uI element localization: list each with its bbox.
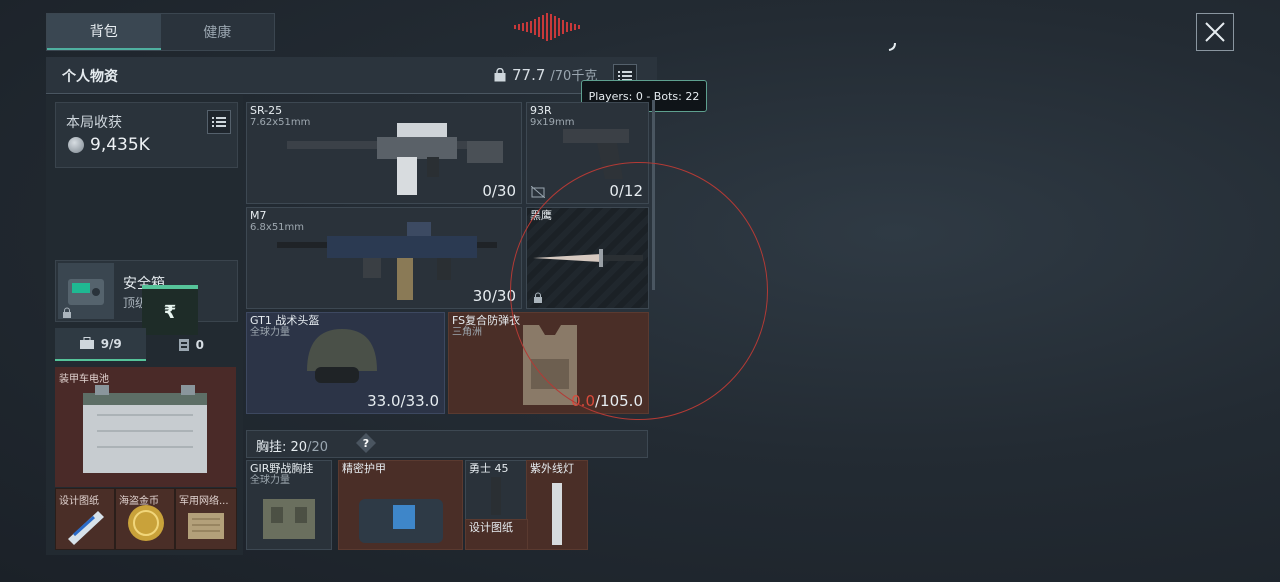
close-button[interactable] xyxy=(1196,13,1234,51)
target-ring xyxy=(510,162,768,420)
gold-coin-icon xyxy=(128,505,164,541)
bag-image xyxy=(359,499,443,543)
rig-item-blueprint[interactable]: 设计图纸 xyxy=(465,519,528,550)
item-brand: 全球力量 xyxy=(250,475,290,486)
weapon-name: 93R xyxy=(530,104,552,117)
rig-item-uv-lamp[interactable]: 紫外线灯 xyxy=(526,460,588,550)
vest-icon xyxy=(178,338,189,351)
loot-item-military-network[interactable]: 军用网络... xyxy=(175,488,237,550)
item-name: 设计图纸 xyxy=(469,521,513,534)
weapon-slot-sr25[interactable]: SR-25 7.62x51mm 0/30 xyxy=(246,102,522,204)
help-icon[interactable]: ? xyxy=(356,433,376,453)
chest-rig-capacity: 胸挂: 20/20 xyxy=(256,436,328,455)
item-name: 精密护甲 xyxy=(342,462,386,475)
harvest-label: 本局收获 xyxy=(66,115,122,131)
chest-rig-cap: /20 xyxy=(307,440,328,455)
weight-value: 77.7 xyxy=(512,65,546,84)
weapon-slot-m7[interactable]: M7 6.8x51mm 30/30 xyxy=(246,207,522,309)
network-module-icon xyxy=(188,513,224,539)
battery-item[interactable]: 装甲车电池 xyxy=(55,367,236,487)
safe-box-image xyxy=(58,263,114,319)
weight-icon xyxy=(494,67,506,81)
harvest-value: 9,435K xyxy=(68,135,150,155)
helmet-slot[interactable]: GT1 战术头盔 全球力量 33.0/33.0 xyxy=(246,312,445,414)
inventory-tabs: 背包 健康 xyxy=(46,13,275,51)
weapon-name: M7 xyxy=(250,209,267,222)
container-counts: 9/9 0 xyxy=(55,328,236,361)
page-title: 个人物资 xyxy=(62,69,118,85)
tab-backpack[interactable]: 背包 xyxy=(47,14,161,50)
battery-image xyxy=(83,385,207,473)
item-name: 紫外线灯 xyxy=(530,462,574,475)
item-name: 勇士 45 xyxy=(469,462,509,475)
rifle-image xyxy=(287,123,503,195)
chest-rig-used: 20 xyxy=(290,440,308,455)
rig-item-precision-armor[interactable]: 精密护甲 xyxy=(338,460,463,550)
helmet-brand: 全球力量 xyxy=(250,327,290,338)
loot-item-blueprint[interactable]: 设计图纸 xyxy=(55,488,115,550)
tab-vest-count[interactable]: 0 xyxy=(146,328,237,361)
chest-rig-label: 胸挂: xyxy=(256,440,287,455)
armor-brand: 三角洲 xyxy=(452,327,482,338)
session-harvest: 本局收获 9,435K xyxy=(55,102,238,168)
chest-rig-bar: 胸挂: 20/20 ? xyxy=(246,430,648,458)
rig-item-warrior-45[interactable]: 勇士 45 xyxy=(465,460,528,520)
briefcase-icon xyxy=(79,337,94,349)
close-icon xyxy=(1205,22,1225,42)
rig-item-gir[interactable]: GIR野战胸挂 全球力量 xyxy=(246,460,332,550)
tab-backpack-count[interactable]: 9/9 xyxy=(55,328,146,361)
harvest-list-button[interactable] xyxy=(207,110,231,134)
loot-item-pirate-coin[interactable]: 海盗金币 xyxy=(115,488,175,550)
vest-count: 0 xyxy=(195,337,204,352)
harvest-amount: 9,435K xyxy=(90,135,150,155)
list-icon xyxy=(212,117,226,127)
cursor-icon xyxy=(888,42,896,51)
coin-icon xyxy=(68,137,84,153)
weapon-ammo: 0/30 xyxy=(482,182,516,200)
tab-health[interactable]: 健康 xyxy=(161,14,275,50)
uv-lamp-image xyxy=(552,483,562,545)
armor-name: FS复合防弹衣 xyxy=(452,314,521,327)
helmet-durability: 33.0/33.0 xyxy=(367,392,439,410)
backpack-count: 9/9 xyxy=(100,336,122,351)
lock-icon xyxy=(63,307,71,318)
item-name: GIR野战胸挂 xyxy=(250,462,314,475)
blueprint-icon xyxy=(68,511,104,545)
audio-wave-icon xyxy=(514,13,580,41)
magazine-image xyxy=(491,477,501,515)
chest-rig-image xyxy=(263,499,315,539)
personal-supplies-header: 个人物资 77.7/70千克 xyxy=(46,57,657,94)
no-attachment-icon xyxy=(531,186,545,198)
